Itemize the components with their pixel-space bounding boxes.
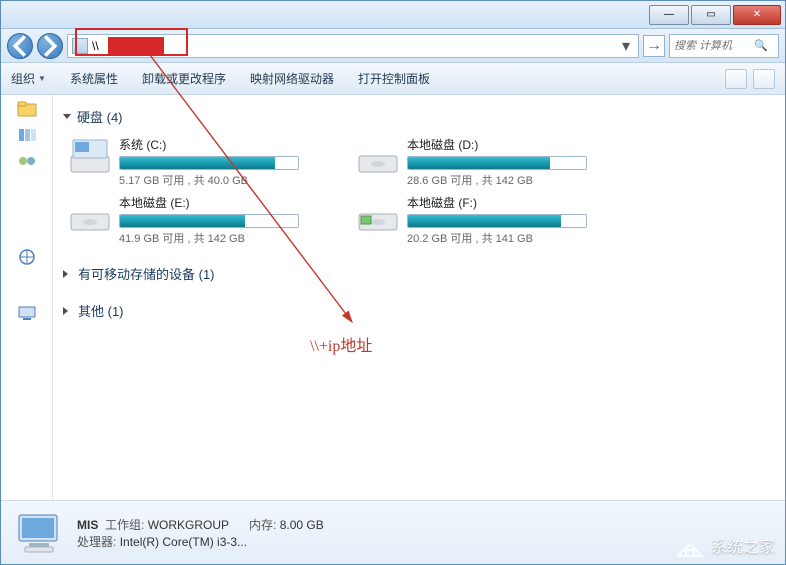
- explorer-window: — ▭ ✕ ▾ → 🔍 组织▼ 系统属性 卸载或更改程序 映射网络驱动器 打开控…: [0, 0, 786, 565]
- network-icon[interactable]: [17, 249, 37, 265]
- usage-fill: [408, 215, 561, 227]
- close-button[interactable]: ✕: [733, 5, 781, 25]
- nav-row: ▾ → 🔍: [1, 29, 785, 63]
- usage-bar: [119, 156, 299, 170]
- mapdrive-label: 映射网络驱动器: [250, 70, 334, 87]
- memory-label: 内存:: [249, 518, 276, 532]
- collapse-icon: [63, 114, 71, 119]
- search-input[interactable]: [674, 40, 754, 52]
- content-pane: 硬盘 (4) 系统 (C:) 5.17 GB 可用 , 共 40.0 GB: [53, 95, 785, 500]
- address-input[interactable]: [88, 39, 618, 53]
- drive-info: 本地磁盘 (E:) 41.9 GB 可用 , 共 142 GB: [119, 194, 317, 246]
- drive-info: 系统 (C:) 5.17 GB 可用 , 共 40.0 GB: [119, 136, 317, 188]
- back-button[interactable]: [7, 33, 33, 59]
- address-bar[interactable]: ▾: [67, 34, 639, 58]
- maximize-icon: ▭: [706, 9, 715, 20]
- expand-icon: [63, 270, 72, 278]
- sysprops-label: 系统属性: [70, 70, 118, 87]
- close-icon: ✕: [753, 9, 761, 20]
- uninstall-label: 卸载或更改程序: [142, 70, 226, 87]
- search-icon: 🔍: [754, 39, 768, 52]
- control-panel-button[interactable]: 打开控制面板: [358, 70, 430, 87]
- watermark-icon: [675, 532, 705, 558]
- titlebar: — ▭ ✕: [1, 1, 785, 29]
- drive-icon: [357, 194, 399, 236]
- disks-group-header[interactable]: 硬盘 (4): [63, 107, 773, 126]
- window-controls: — ▭ ✕: [649, 5, 781, 25]
- details-text: MIS 工作组: WORKGROUP 内存: 8.00 GB 处理器: Inte…: [77, 516, 324, 550]
- drive-e[interactable]: 本地磁盘 (E:) 41.9 GB 可用 , 共 142 GB: [69, 194, 317, 246]
- other-group-label: 其他 (1): [78, 301, 124, 320]
- cpu-value: Intel(R) Core(TM) i3-3...: [120, 535, 247, 549]
- drive-free-text: 41.9 GB 可用 , 共 142 GB: [119, 230, 317, 246]
- removable-group-label: 有可移动存储的设备 (1): [78, 264, 215, 283]
- computer-icon: [72, 38, 88, 54]
- favorites-icon[interactable]: [17, 101, 37, 117]
- drive-info: 本地磁盘 (D:) 28.6 GB 可用 , 共 142 GB: [407, 136, 605, 188]
- workgroup-label: 工作组:: [105, 518, 144, 532]
- usage-fill: [120, 157, 275, 169]
- go-arrow-icon: →: [646, 37, 662, 55]
- drive-name: 本地磁盘 (D:): [407, 136, 605, 153]
- redaction-block: [108, 37, 164, 55]
- drive-name: 本地磁盘 (F:): [407, 194, 605, 211]
- view-button[interactable]: [725, 69, 747, 89]
- watermark-text: 系统之家: [711, 533, 775, 557]
- watermark: 系统之家: [675, 532, 775, 558]
- computer-icon-sidebar[interactable]: [17, 305, 37, 321]
- nav-sidebar: [1, 95, 53, 500]
- go-button[interactable]: →: [643, 35, 665, 57]
- minimize-button[interactable]: —: [649, 5, 689, 25]
- organize-label: 组织: [11, 70, 35, 87]
- drive-info: 本地磁盘 (F:) 20.2 GB 可用 , 共 141 GB: [407, 194, 605, 246]
- forward-button[interactable]: [37, 33, 63, 59]
- drives-grid: 系统 (C:) 5.17 GB 可用 , 共 40.0 GB 本地磁盘 (D:)…: [61, 136, 773, 246]
- help-button[interactable]: [753, 69, 775, 89]
- workgroup-value: WORKGROUP: [148, 518, 229, 532]
- drive-d[interactable]: 本地磁盘 (D:) 28.6 GB 可用 , 共 142 GB: [357, 136, 605, 188]
- usage-fill: [120, 215, 245, 227]
- usage-bar: [407, 214, 587, 228]
- drive-icon: [357, 136, 399, 178]
- expand-icon: [63, 307, 72, 315]
- drive-icon: [69, 136, 111, 178]
- computer-large-icon: [15, 511, 63, 555]
- details-pane: MIS 工作组: WORKGROUP 内存: 8.00 GB 处理器: Inte…: [1, 500, 785, 564]
- computer-name: MIS: [77, 518, 98, 532]
- map-drive-button[interactable]: 映射网络驱动器: [250, 70, 334, 87]
- annotation-label: \\+ip地址: [310, 332, 372, 356]
- uninstall-button[interactable]: 卸载或更改程序: [142, 70, 226, 87]
- address-dropdown[interactable]: ▾: [618, 36, 634, 56]
- minimize-icon: —: [664, 9, 674, 20]
- other-group-header[interactable]: 其他 (1): [63, 301, 773, 320]
- drive-f[interactable]: 本地磁盘 (F:) 20.2 GB 可用 , 共 141 GB: [357, 194, 605, 246]
- usage-bar: [407, 156, 587, 170]
- drive-free-text: 20.2 GB 可用 , 共 141 GB: [407, 230, 605, 246]
- toolbar: 组织▼ 系统属性 卸载或更改程序 映射网络驱动器 打开控制面板: [1, 63, 785, 95]
- drive-name: 系统 (C:): [119, 136, 317, 153]
- disks-group-label: 硬盘 (4): [77, 107, 123, 126]
- cpu-label: 处理器:: [77, 535, 116, 549]
- maximize-button[interactable]: ▭: [691, 5, 731, 25]
- back-icon: [8, 34, 32, 58]
- removable-group-header[interactable]: 有可移动存储的设备 (1): [63, 264, 773, 283]
- libraries-icon[interactable]: [17, 127, 37, 143]
- chevron-down-icon: ▼: [38, 74, 46, 83]
- organize-menu[interactable]: 组织▼: [11, 70, 46, 87]
- toolbar-right: [725, 69, 775, 89]
- homegroup-icon[interactable]: [17, 153, 37, 169]
- drive-free-text: 28.6 GB 可用 , 共 142 GB: [407, 172, 605, 188]
- forward-icon: [38, 34, 62, 58]
- body: 硬盘 (4) 系统 (C:) 5.17 GB 可用 , 共 40.0 GB: [1, 95, 785, 500]
- memory-value: 8.00 GB: [280, 518, 324, 532]
- drive-free-text: 5.17 GB 可用 , 共 40.0 GB: [119, 172, 317, 188]
- drive-name: 本地磁盘 (E:): [119, 194, 317, 211]
- drive-icon: [69, 194, 111, 236]
- usage-bar: [119, 214, 299, 228]
- controlpanel-label: 打开控制面板: [358, 70, 430, 87]
- drive-c[interactable]: 系统 (C:) 5.17 GB 可用 , 共 40.0 GB: [69, 136, 317, 188]
- usage-fill: [408, 157, 550, 169]
- system-properties-button[interactable]: 系统属性: [70, 70, 118, 87]
- search-box[interactable]: 🔍: [669, 34, 779, 58]
